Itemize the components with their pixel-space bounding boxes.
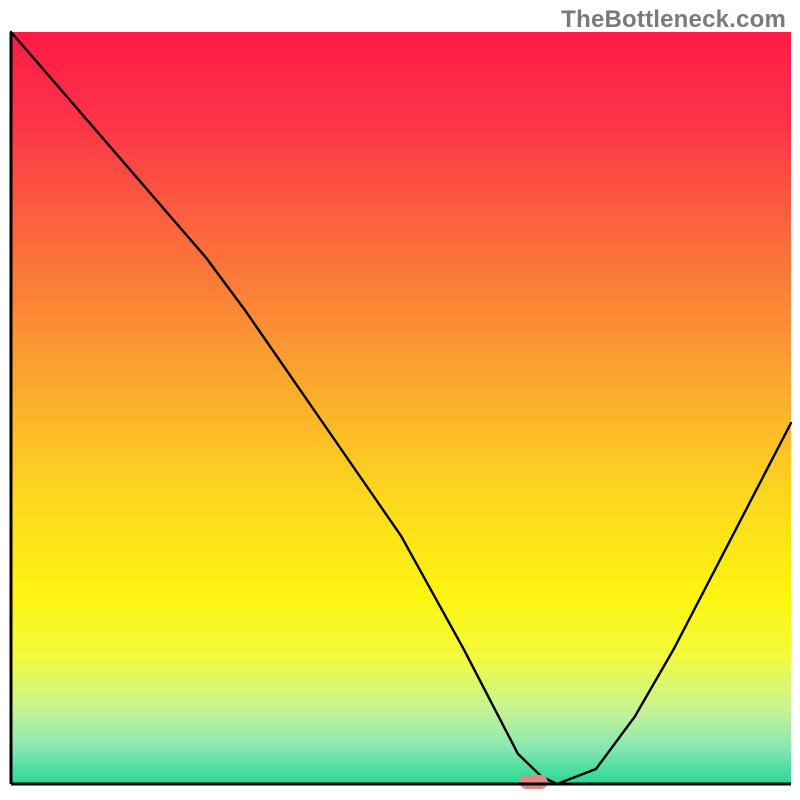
optimal-point-marker xyxy=(520,775,548,789)
plot-background xyxy=(11,32,791,784)
chart-container: TheBottleneck.com xyxy=(0,0,800,800)
bottleneck-chart xyxy=(0,0,800,800)
